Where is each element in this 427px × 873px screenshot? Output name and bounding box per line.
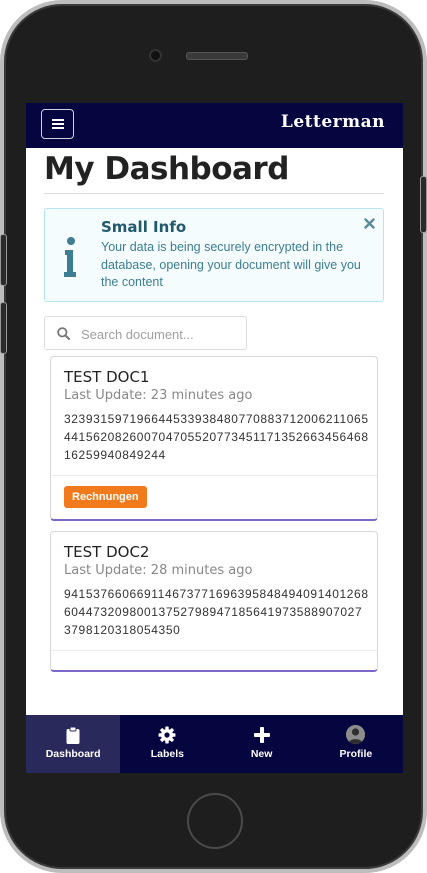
document-id: 3239315971966445339384807708837120062110…: [64, 412, 369, 462]
camera-icon: [149, 49, 162, 62]
document-title: TEST DOC1: [64, 368, 150, 386]
info-alert: Small Info Your data is being securely e…: [44, 208, 384, 302]
volume-button: [0, 302, 7, 354]
home-button[interactable]: [187, 793, 243, 849]
search-icon: [57, 327, 70, 340]
close-icon[interactable]: [364, 218, 375, 229]
page-title: My Dashboard: [44, 151, 289, 187]
speaker-grille: [186, 52, 248, 60]
info-title: Small Info: [101, 218, 187, 236]
menu-toggle-button[interactable]: [41, 109, 74, 139]
clipboard-icon: [66, 726, 80, 744]
document-updated: Last Update: 28 minutes ago: [64, 563, 253, 578]
document-title: TEST DOC2: [64, 543, 150, 561]
brand-logo[interactable]: Letterman: [281, 112, 385, 132]
bottom-nav: Dashboard Labels New Profile: [26, 715, 403, 773]
volume-button: [0, 234, 7, 286]
label-badge[interactable]: Rechnungen: [64, 486, 147, 508]
document-card[interactable]: TEST DOC1 Last Update: 23 minutes ago 32…: [50, 356, 378, 521]
card-divider: [51, 475, 377, 476]
document-card[interactable]: TEST DOC2 Last Update: 28 minutes ago 94…: [50, 531, 378, 672]
nav-label: Labels: [150, 748, 184, 760]
info-icon: [64, 237, 76, 277]
nav-item-profile[interactable]: Profile: [309, 715, 403, 773]
avatar: [346, 724, 366, 744]
nav-item-labels[interactable]: Labels: [120, 715, 214, 773]
nav-label: Profile: [339, 748, 373, 760]
document-updated: Last Update: 23 minutes ago: [64, 388, 253, 403]
document-id: 9415376606691146737716963958484940914012…: [64, 587, 369, 637]
nav-item-dashboard[interactable]: Dashboard: [26, 715, 121, 773]
nav-label: Dashboard: [45, 748, 101, 760]
app-screen: Letterman My Dashboard Small Info Your d…: [26, 103, 403, 773]
nav-label: New: [250, 748, 273, 760]
plus-icon: [253, 727, 270, 743]
card-divider: [51, 650, 377, 651]
nav-item-new[interactable]: New: [215, 715, 309, 773]
gear-icon: [158, 726, 176, 744]
search-input[interactable]: [79, 318, 243, 350]
hamburger-icon: [51, 119, 64, 129]
power-button: [420, 176, 427, 233]
phone-frame: Letterman My Dashboard Small Info Your d…: [0, 0, 427, 873]
divider: [44, 193, 384, 194]
info-message: Your data is being securely encrypted in…: [101, 240, 361, 289]
search-box: [44, 316, 247, 350]
top-navbar: Letterman: [26, 103, 403, 148]
